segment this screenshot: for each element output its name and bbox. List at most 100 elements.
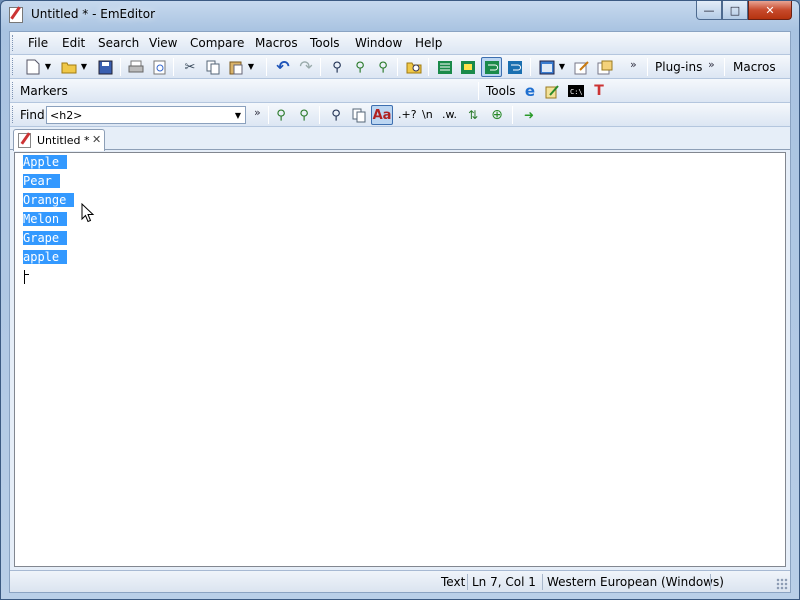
menu-edit[interactable]: Edit (62, 36, 85, 50)
multiline-toggle[interactable]: ⇅ (468, 108, 478, 122)
menu-macros[interactable]: Macros (255, 36, 298, 50)
toolbar-separator (397, 58, 398, 76)
eof-marker (24, 274, 29, 275)
mark-lines-icon[interactable] (436, 58, 454, 76)
text-editor[interactable]: Apple Pear Orange Melon Grape apple (14, 152, 786, 567)
menu-search[interactable]: Search (98, 36, 139, 50)
toolbar-grip[interactable] (12, 106, 15, 123)
tab-close-icon[interactable]: ✕ (92, 133, 101, 146)
new-dropdown-icon[interactable]: ▼ (43, 58, 53, 76)
open-dropdown-icon[interactable]: ▼ (79, 58, 89, 76)
word-wrap-icon[interactable] (481, 57, 502, 77)
configuration-icon[interactable] (538, 58, 556, 76)
find-overflow-chevron[interactable]: » (254, 106, 261, 119)
print-preview-icon[interactable] (150, 58, 168, 76)
resize-grip-icon[interactable] (776, 578, 788, 590)
menu-window[interactable]: Window (355, 36, 402, 50)
paste-dropdown-icon[interactable]: ▼ (246, 58, 256, 76)
plugins-overflow-chevron[interactable]: » (708, 58, 715, 71)
cut-icon[interactable]: ✂ (181, 58, 199, 76)
macros-toolbar-label[interactable]: Macros (733, 60, 776, 74)
maximize-button[interactable]: □ (722, 1, 748, 20)
toolbar-grip[interactable] (12, 35, 15, 51)
find-in-files-icon[interactable] (405, 58, 423, 76)
toolbar-separator (319, 106, 320, 124)
whole-word-toggle[interactable]: .w. (442, 108, 457, 121)
status-empty-pane (710, 574, 770, 590)
markers-tools-toolbar: Markers Tools e C:\ T (10, 79, 790, 103)
configuration-dropdown-icon[interactable]: ▼ (557, 58, 567, 76)
editor-line[interactable]: Melon (23, 210, 74, 229)
find-toolbar: Find ▼ » ⚲ ⚲ ⚲ Aa .+? \n .w. ⇅ ⊕ ➜ (10, 103, 790, 127)
escape-sequence-toggle[interactable]: \n (422, 108, 433, 121)
caption-buttons: — □ ✕ (696, 1, 792, 20)
toolbar-overflow-chevron[interactable]: » (630, 58, 637, 71)
status-mode[interactable]: Text (437, 574, 465, 590)
wrap-by-window-icon[interactable] (506, 58, 524, 76)
client-area: File Edit Search View Compare Macros Too… (9, 31, 791, 593)
find-next-icon[interactable]: ⚲ (351, 58, 369, 76)
edit-tool-icon[interactable] (544, 82, 562, 100)
paste-icon[interactable] (227, 58, 245, 76)
tab-untitled[interactable]: Untitled * ✕ (13, 129, 105, 151)
copy-results-icon[interactable] (350, 106, 368, 124)
undo-icon[interactable]: ↶ (274, 58, 292, 76)
title-bar[interactable]: Untitled * - EmEditor — □ ✕ (1, 1, 799, 29)
arrow-right-icon[interactable]: ➜ (520, 106, 538, 124)
editor-line[interactable]: Orange (23, 191, 75, 210)
status-position[interactable]: Ln 7, Col 1 (467, 574, 536, 590)
tab-label: Untitled * (37, 134, 90, 147)
markers-toolbar-label[interactable]: Markers (20, 84, 68, 98)
properties-icon[interactable] (596, 58, 614, 76)
menu-compare[interactable]: Compare (190, 36, 244, 50)
toolbar-separator (724, 58, 725, 76)
editor-line[interactable]: apple (23, 248, 74, 267)
highlight-icon[interactable] (459, 58, 477, 76)
open-folder-icon[interactable] (60, 58, 78, 76)
find-previous-icon[interactable]: ⚲ (295, 106, 313, 124)
tools-toolbar-label[interactable]: Tools (486, 84, 516, 98)
find-input[interactable] (46, 106, 246, 124)
toolbar-separator (320, 58, 321, 76)
save-icon[interactable] (96, 58, 114, 76)
window-title: Untitled * - EmEditor (31, 7, 156, 21)
regex-toggle[interactable]: .+? (398, 108, 417, 121)
editor-line[interactable]: Apple (23, 153, 74, 172)
redo-icon[interactable]: ↷ (297, 58, 315, 76)
command-prompt-icon[interactable]: C:\ (567, 82, 585, 100)
match-case-icon[interactable]: Aa (371, 105, 393, 125)
hammer-icon[interactable]: T (590, 82, 608, 100)
plugins-toolbar-label[interactable]: Plug-ins (655, 60, 702, 74)
find-previous-icon[interactable]: ⚲ (374, 58, 392, 76)
new-document-icon[interactable] (24, 58, 42, 76)
status-bar: Text Ln 7, Col 1 Western European (Windo… (10, 570, 790, 592)
print-icon[interactable] (127, 58, 145, 76)
close-button[interactable]: ✕ (748, 1, 792, 20)
toolbar-grip[interactable] (12, 82, 15, 99)
menu-view[interactable]: View (149, 36, 177, 50)
grid-globe-icon[interactable]: ⊕ (488, 106, 506, 124)
find-dropdown-icon[interactable]: ▼ (232, 107, 244, 123)
toolbar-separator (173, 58, 174, 76)
internet-explorer-icon[interactable]: e (521, 82, 539, 100)
search-icon[interactable]: ⚲ (327, 106, 345, 124)
document-tab-strip: Untitled * ✕ (10, 128, 790, 151)
copy-icon[interactable] (204, 58, 222, 76)
status-encoding[interactable]: Western European (Windows) (542, 574, 724, 590)
toolbar-separator (478, 82, 479, 100)
find-icon[interactable]: ⚲ (328, 58, 346, 76)
menu-file[interactable]: File (28, 36, 48, 50)
toolbar-grip[interactable] (12, 58, 15, 75)
toolbar-separator (530, 58, 531, 76)
document-icon (18, 133, 31, 148)
editor-line[interactable]: Pear (23, 172, 74, 191)
editor-line[interactable]: Grape (23, 229, 74, 248)
find-next-icon[interactable]: ⚲ (272, 106, 290, 124)
notepad-icon[interactable] (9, 7, 23, 23)
customize-icon[interactable] (573, 58, 591, 76)
toolbar-separator (428, 58, 429, 76)
main-toolbar: ▼ ▼ ✂ ▼ ↶ ↷ ⚲ ⚲ ⚲ ▼ » Plug-ins » Macros (10, 55, 790, 79)
menu-tools[interactable]: Tools (310, 36, 340, 50)
minimize-button[interactable]: — (696, 1, 722, 20)
menu-help[interactable]: Help (415, 36, 442, 50)
